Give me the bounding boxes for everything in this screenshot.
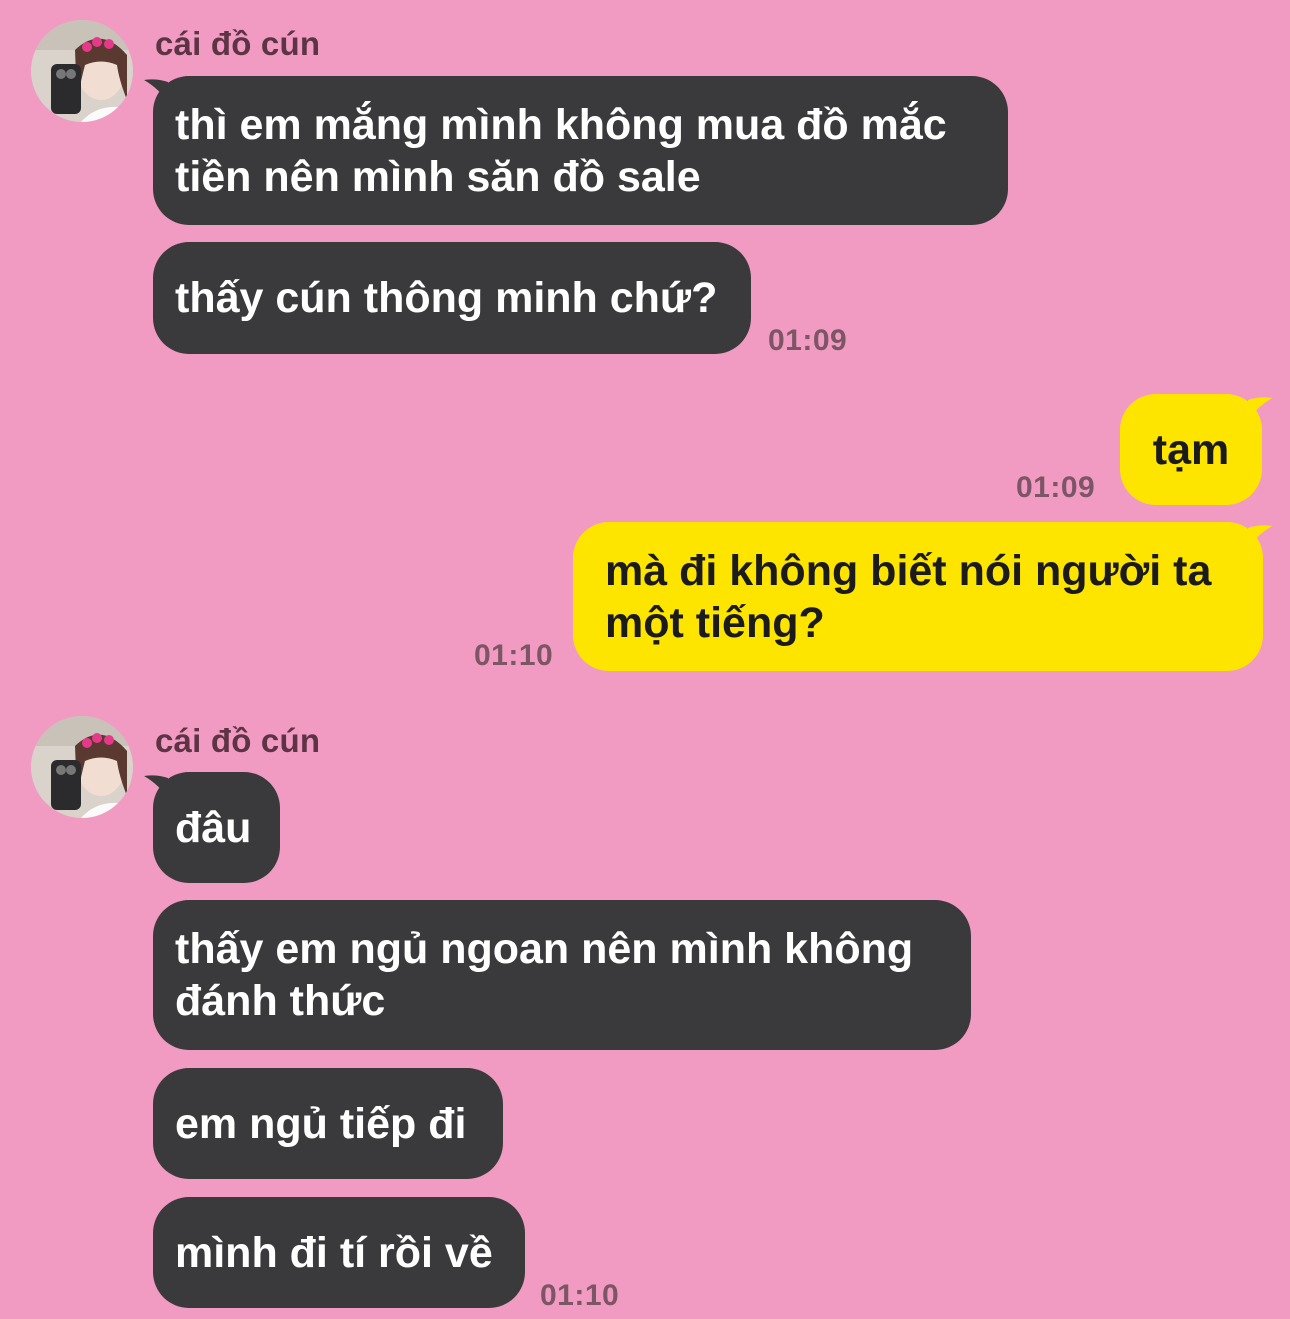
message-bubble[interactable]: tạm (1120, 394, 1262, 505)
message-bubble[interactable]: mà đi không biết nói người ta một tiếng? (573, 522, 1263, 671)
bubble-tail-icon (1248, 525, 1272, 548)
sender-name: cái đồ cún (155, 722, 321, 759)
message-time: 01:09 (768, 324, 848, 357)
message-bubble[interactable]: mình đi tí rồi về (153, 1197, 525, 1308)
message-bubble[interactable]: em ngủ tiếp đi (153, 1068, 503, 1179)
message-time: 01:10 (540, 1279, 620, 1312)
avatar[interactable] (31, 716, 133, 818)
message-bubble[interactable]: thấy em ngủ ngoan nên mình không đánh th… (153, 900, 971, 1050)
message-time: 01:09 (1016, 471, 1096, 504)
bubble-tail-icon (1248, 397, 1272, 420)
sender-name: cái đồ cún (155, 25, 321, 62)
message-time: 01:10 (474, 639, 554, 672)
avatar[interactable] (31, 20, 133, 122)
message-bubble[interactable]: thì em mắng mình không mua đồ mắc tiền n… (153, 76, 1008, 225)
message-bubble[interactable]: đâu (153, 772, 280, 883)
message-bubble[interactable]: thấy cún thông minh chứ? (153, 242, 751, 354)
